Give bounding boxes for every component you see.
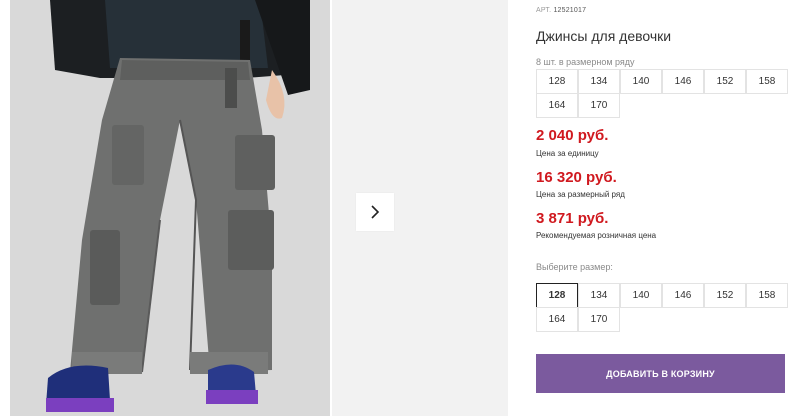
retail-price: 3 871 руб. bbox=[536, 210, 609, 227]
chevron-right-icon bbox=[371, 205, 380, 219]
size-run-cell: 128 bbox=[536, 69, 578, 94]
size-run-cell: 140 bbox=[620, 69, 662, 94]
sku-number: 12521017 bbox=[553, 7, 587, 14]
size-run-cell: 164 bbox=[536, 93, 578, 118]
size-option[interactable]: 152 bbox=[704, 283, 746, 308]
size-option[interactable]: 146 bbox=[662, 283, 704, 308]
size-run-cell: 170 bbox=[578, 93, 620, 118]
size-run-cell: 158 bbox=[746, 69, 788, 94]
sku-label: АРТ. bbox=[536, 7, 552, 14]
size-run-cell: 134 bbox=[578, 69, 620, 94]
retail-price-caption: Рекомендуемая розничная цена bbox=[536, 231, 657, 240]
size-run-label: 8 шт. в размерном ряду bbox=[536, 57, 635, 67]
product-info: АРТ. 12521017 Джинсы для девочки 8 шт. в… bbox=[536, 0, 800, 416]
product-photo bbox=[10, 0, 330, 416]
size-run-cell: 146 bbox=[662, 69, 704, 94]
size-option[interactable]: 164 bbox=[536, 307, 578, 332]
size-option[interactable]: 128 bbox=[536, 283, 578, 308]
product-title: Джинсы для девочки bbox=[536, 28, 672, 44]
size-run-cell: 152 bbox=[704, 69, 746, 94]
product-page: АРТ. 12521017 Джинсы для девочки 8 шт. в… bbox=[0, 0, 800, 416]
add-to-cart-button[interactable]: ДОБАВИТЬ В КОРЗИНУ bbox=[536, 354, 785, 393]
size-option[interactable]: 140 bbox=[620, 283, 662, 308]
select-size-label: Выберите размер: bbox=[536, 262, 613, 272]
unit-price-caption: Цена за единицу bbox=[536, 149, 599, 158]
size-run-price-caption: Цена за размерный ряд bbox=[536, 190, 625, 199]
product-gallery bbox=[10, 0, 508, 416]
size-run-price: 16 320 руб. bbox=[536, 169, 617, 186]
size-option[interactable]: 170 bbox=[578, 307, 620, 332]
sku: АРТ. 12521017 bbox=[536, 7, 586, 14]
unit-price: 2 040 руб. bbox=[536, 127, 609, 144]
next-image-button[interactable] bbox=[356, 193, 394, 231]
size-option[interactable]: 134 bbox=[578, 283, 620, 308]
size-option[interactable]: 158 bbox=[746, 283, 788, 308]
